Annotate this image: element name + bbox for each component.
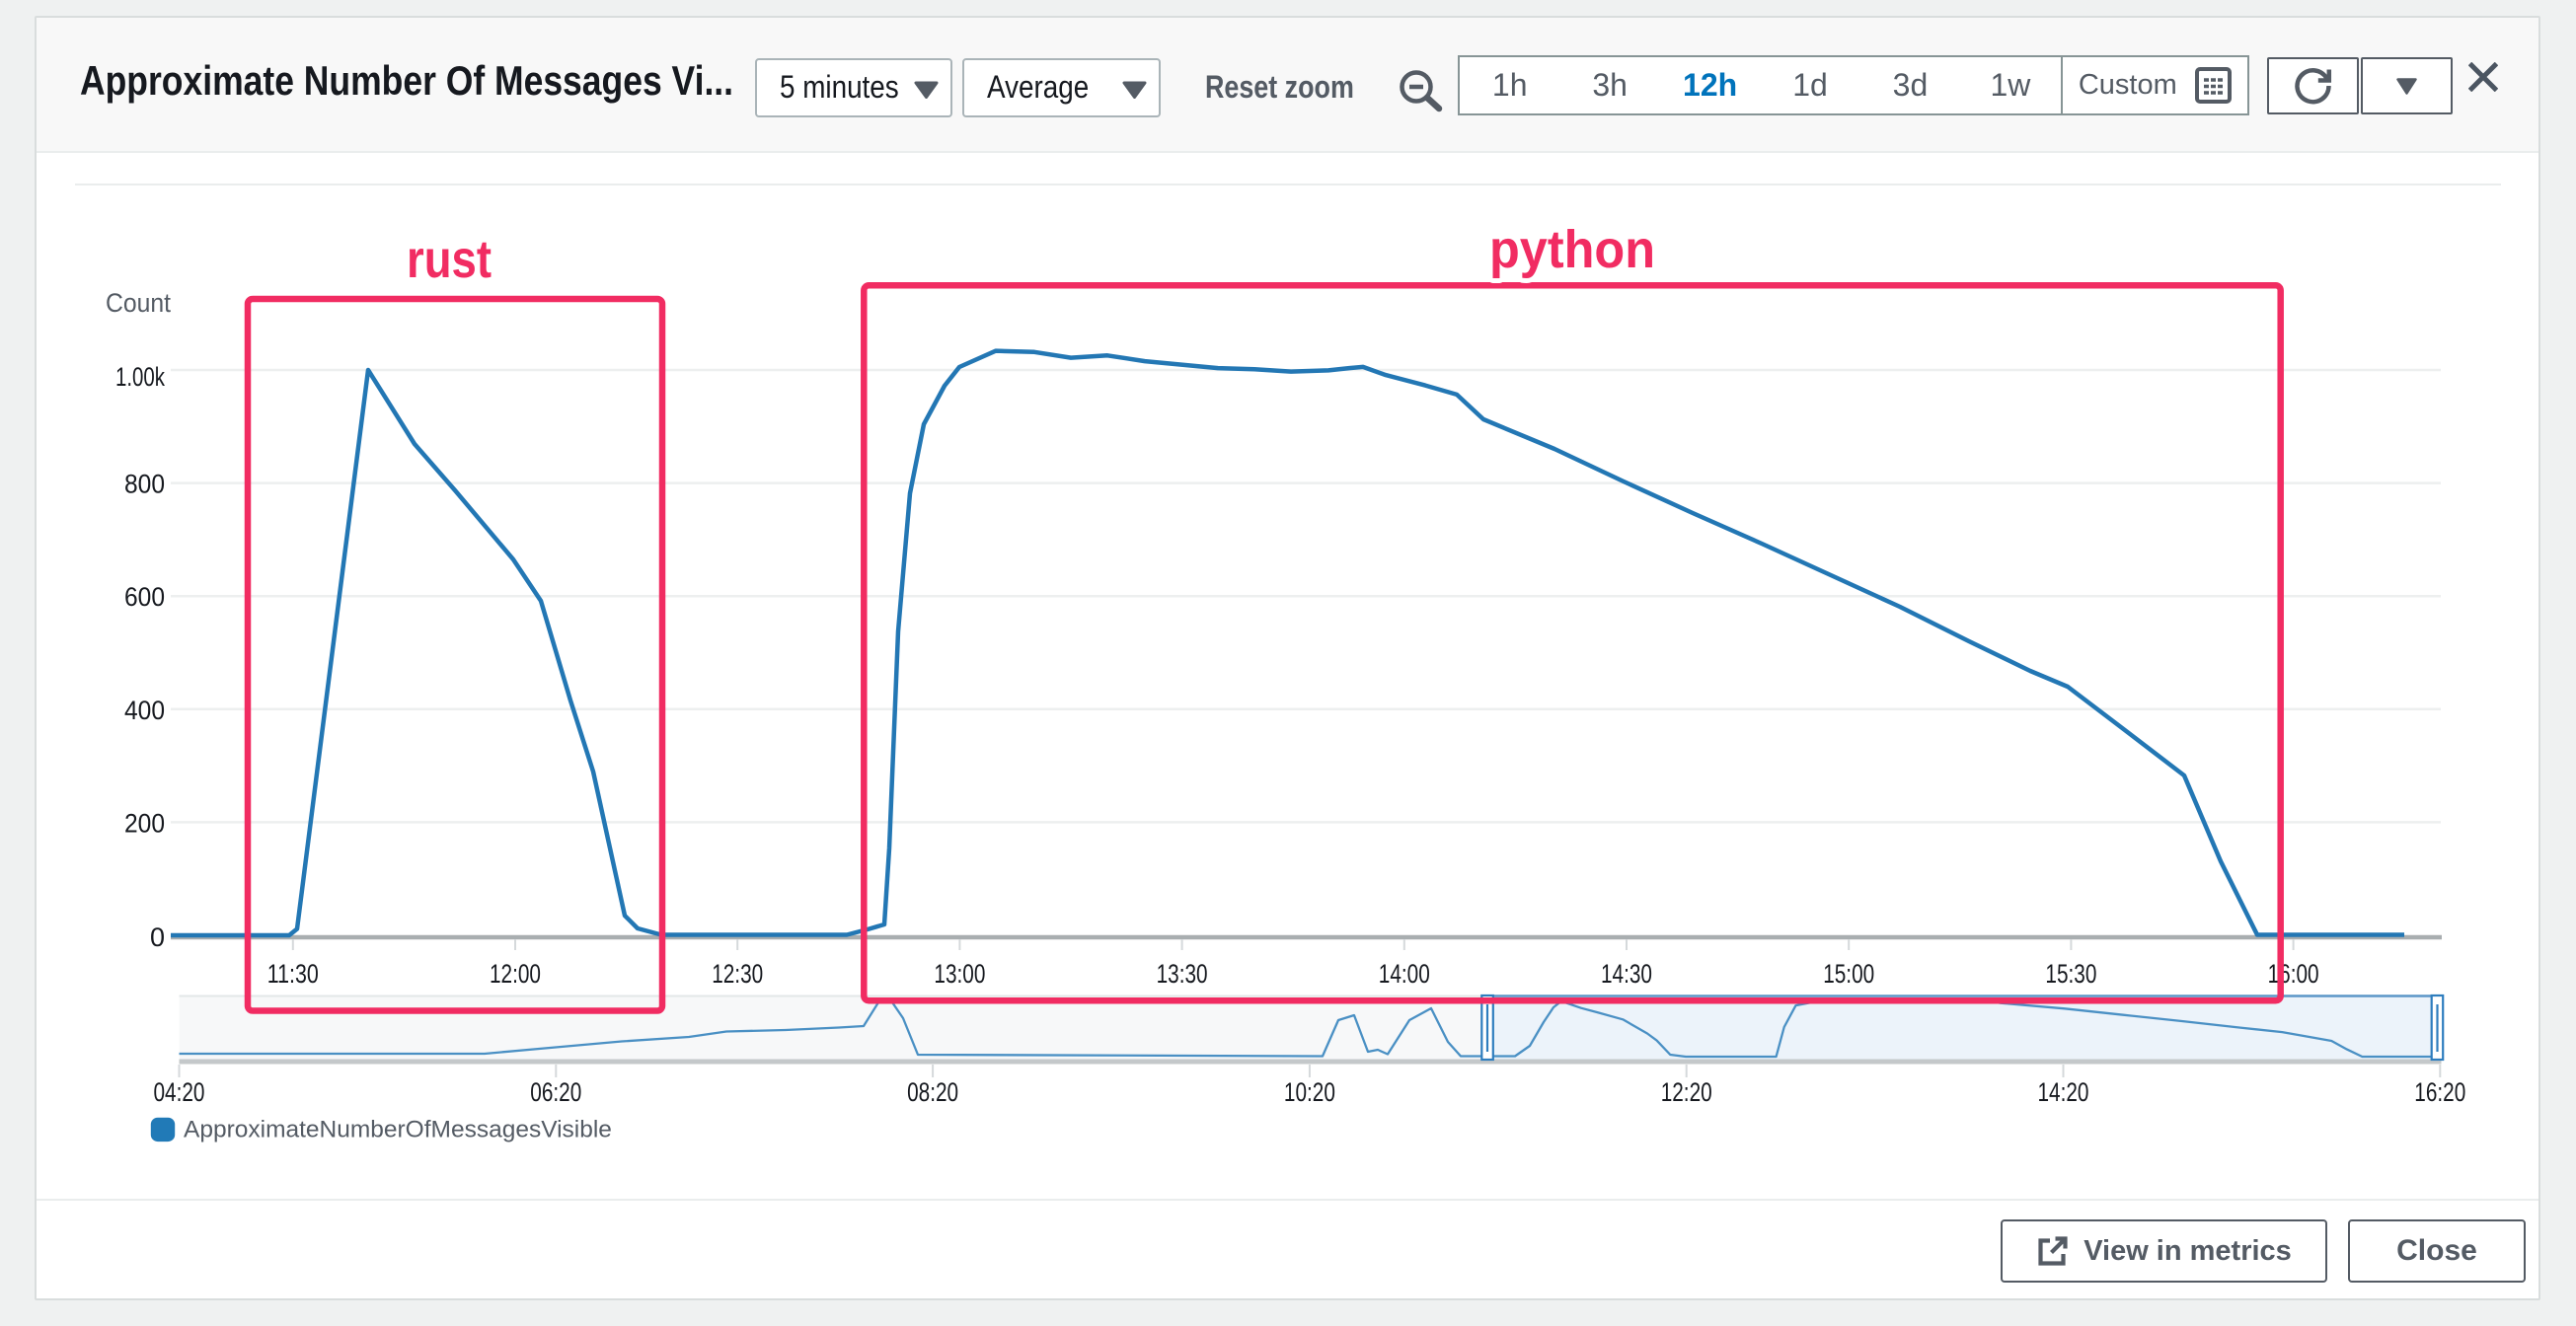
svg-text:08:20: 08:20 (907, 1077, 958, 1107)
svg-text:12:30: 12:30 (712, 959, 763, 989)
svg-text:15:00: 15:00 (1823, 959, 1874, 989)
svg-text:Count: Count (106, 288, 171, 318)
svg-text:10:20: 10:20 (1284, 1077, 1335, 1107)
svg-text:14:00: 14:00 (1379, 959, 1430, 989)
svg-text:13:00: 13:00 (934, 959, 985, 989)
svg-text:rust: rust (407, 230, 492, 289)
svg-text:06:20: 06:20 (530, 1077, 581, 1107)
svg-text:04:20: 04:20 (154, 1077, 205, 1107)
svg-text:12:00: 12:00 (490, 959, 541, 989)
svg-text:12:20: 12:20 (1661, 1077, 1712, 1107)
svg-text:0: 0 (150, 922, 165, 952)
svg-text:11:30: 11:30 (267, 959, 319, 989)
svg-text:800: 800 (124, 470, 165, 499)
svg-text:15:30: 15:30 (2045, 959, 2096, 989)
svg-text:ApproximateNumberOfMessagesVis: ApproximateNumberOfMessagesVisible (184, 1117, 612, 1143)
svg-text:16:20: 16:20 (2414, 1077, 2465, 1107)
svg-text:600: 600 (124, 582, 165, 612)
svg-text:14:30: 14:30 (1601, 959, 1652, 989)
svg-text:python: python (1489, 220, 1655, 279)
svg-text:13:30: 13:30 (1157, 959, 1208, 989)
svg-text:200: 200 (124, 808, 165, 838)
svg-text:16:00: 16:00 (2268, 959, 2319, 989)
svg-text:14:20: 14:20 (2038, 1077, 2089, 1107)
svg-text:1.00k: 1.00k (115, 362, 165, 392)
svg-text:400: 400 (124, 696, 165, 725)
